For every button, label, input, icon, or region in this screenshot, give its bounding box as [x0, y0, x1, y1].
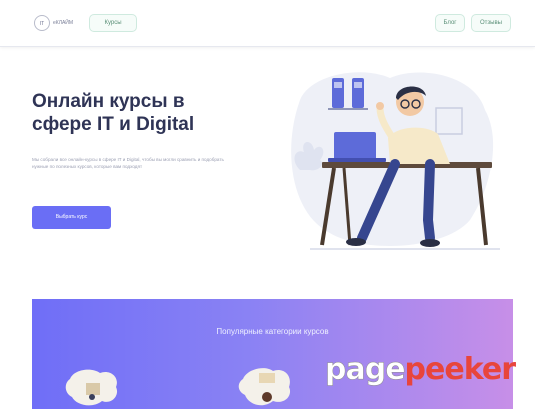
choose-course-button[interactable]: Выбрать курс [32, 206, 111, 229]
logo[interactable]: IT еКЛАЙМ [34, 14, 73, 32]
hero-title: Онлайн курсы в сфере IT и Digital [32, 91, 195, 135]
logo-mark: IT [34, 15, 50, 31]
courses-button[interactable]: Курсы [89, 14, 137, 32]
developer-illustration [291, 72, 500, 250]
site-header: IT еКЛАЙМ Курсы Блог Отзывы [0, 0, 535, 47]
watermark-part-page: page [325, 352, 406, 388]
logo-text: еКЛАЙМ [53, 20, 74, 26]
pagepeeker-watermark: pagepeeker [325, 352, 516, 388]
watermark-part-peeker: peeker [404, 352, 516, 387]
category-illustration-design[interactable] [237, 363, 297, 409]
reviews-button[interactable]: Отзывы [471, 14, 511, 32]
category-illustration-programming[interactable] [62, 365, 122, 409]
categories-title: Популярные категории курсов [216, 327, 329, 336]
blog-button[interactable]: Блог [435, 14, 465, 32]
hero-description: Мы собрали все онлайн-курсы в сфере IT и… [32, 157, 224, 169]
